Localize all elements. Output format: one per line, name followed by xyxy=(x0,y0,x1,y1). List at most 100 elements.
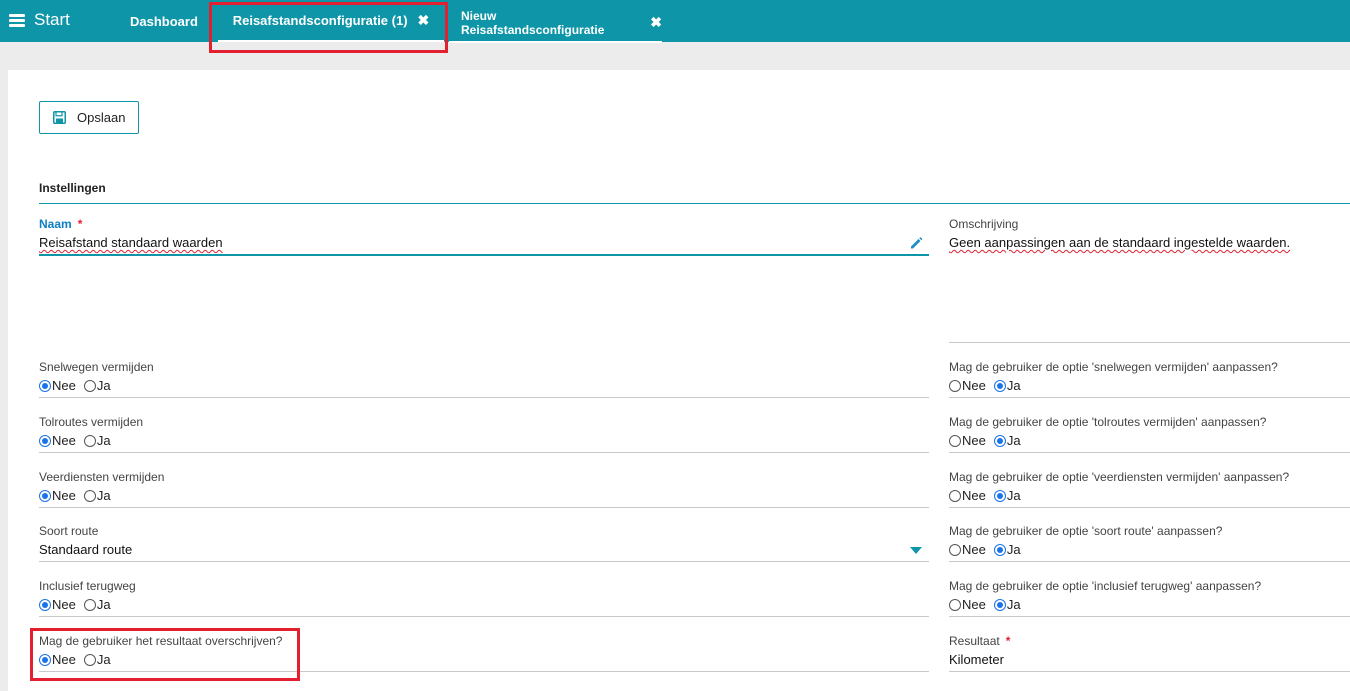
soort-route-user-underline xyxy=(949,561,1350,562)
pencil-icon[interactable] xyxy=(909,236,923,250)
snelwegen-underline xyxy=(39,397,929,398)
radio-ja[interactable]: Ja xyxy=(83,597,111,612)
close-icon[interactable]: ✖ xyxy=(418,12,430,29)
radio-circle xyxy=(83,653,96,666)
top-bar: Start Dashboard Reisafstandsconfiguratie… xyxy=(0,0,1350,43)
terugweg-user-radio-group: Nee Ja xyxy=(949,597,1021,612)
naam-input[interactable]: Reisafstand standaard waarden xyxy=(39,235,223,250)
overschrijven-underline xyxy=(39,671,929,672)
resultaat-underline xyxy=(949,671,1350,672)
radio-circle xyxy=(949,379,961,392)
radio-nee[interactable]: Nee xyxy=(949,488,986,503)
terugweg-user-label: Mag de gebruiker de optie 'inclusief ter… xyxy=(949,579,1262,593)
radio-circle xyxy=(949,543,961,556)
soort-route-select[interactable]: Standaard route xyxy=(39,542,132,557)
snelwegen-label: Snelwegen vermijden xyxy=(39,360,154,374)
save-button[interactable]: Opslaan xyxy=(39,101,139,134)
soort-route-user-radio-group: Nee Ja xyxy=(949,542,1021,557)
naam-underline xyxy=(39,254,929,256)
radio-nee[interactable]: Nee xyxy=(949,542,986,557)
start-menu-button[interactable]: Start xyxy=(9,8,70,32)
close-icon[interactable]: ✖ xyxy=(650,14,662,31)
tab-dashboard[interactable]: Dashboard xyxy=(130,0,198,42)
radio-ja[interactable]: Ja xyxy=(83,378,111,393)
radio-circle xyxy=(39,653,51,666)
terugweg-radio-group: Nee Ja xyxy=(39,597,111,612)
radio-nee[interactable]: Nee xyxy=(39,378,76,393)
veerdiensten-radio-group: Nee Ja xyxy=(39,488,111,503)
required-marker: * xyxy=(1005,634,1011,648)
radio-circle xyxy=(39,489,51,502)
omschrijving-underline xyxy=(949,342,1350,343)
soort-route-user-label: Mag de gebruiker de optie 'soort route' … xyxy=(949,524,1223,538)
radio-circle xyxy=(949,489,961,502)
required-marker: * xyxy=(77,217,83,231)
veerdiensten-user-underline xyxy=(949,507,1350,508)
radio-circle xyxy=(39,598,51,611)
omschrijving-label: Omschrijving xyxy=(949,217,1019,231)
veerdiensten-user-radio-group: Nee Ja xyxy=(949,488,1021,503)
radio-circle xyxy=(83,598,96,611)
chevron-down-icon[interactable] xyxy=(910,547,922,554)
radio-nee[interactable]: Nee xyxy=(949,433,986,448)
radio-circle xyxy=(993,489,1006,502)
radio-ja[interactable]: Ja xyxy=(993,433,1021,448)
resultaat-label: Resultaat * xyxy=(949,634,1011,648)
terugweg-label: Inclusief terugweg xyxy=(39,579,136,593)
tolroutes-user-radio-group: Nee Ja xyxy=(949,433,1021,448)
radio-circle xyxy=(949,434,961,447)
snelwegen-user-label: Mag de gebruiker de optie 'snelwegen ver… xyxy=(949,360,1278,374)
radio-ja[interactable]: Ja xyxy=(993,542,1021,557)
hamburger-icon xyxy=(9,14,25,27)
radio-circle xyxy=(993,598,1006,611)
radio-circle xyxy=(39,434,51,447)
content-panel xyxy=(8,70,1350,691)
radio-circle xyxy=(83,434,96,447)
snelwegen-user-underline xyxy=(949,397,1350,398)
radio-ja[interactable]: Ja xyxy=(993,488,1021,503)
radio-nee[interactable]: Nee xyxy=(39,488,76,503)
tolroutes-underline xyxy=(39,452,929,453)
section-title: Instellingen xyxy=(39,181,106,195)
section-divider xyxy=(39,203,1350,204)
veerdiensten-underline xyxy=(39,507,929,508)
soort-route-underline xyxy=(39,561,929,562)
snelwegen-user-radio-group: Nee Ja xyxy=(949,378,1021,393)
tab-new-label: Nieuw Reisafstandsconfiguratie xyxy=(461,8,605,37)
terugweg-user-underline xyxy=(949,616,1350,617)
tab-active-label: Reisafstandsconfiguratie (1) xyxy=(232,12,408,28)
radio-ja[interactable]: Ja xyxy=(83,652,111,667)
overschrijven-label: Mag de gebruiker het resultaat overschri… xyxy=(39,634,283,648)
radio-nee[interactable]: Nee xyxy=(39,597,76,612)
floppy-disk-icon xyxy=(53,111,66,124)
radio-circle xyxy=(83,379,96,392)
radio-nee[interactable]: Nee xyxy=(39,652,76,667)
snelwegen-radio-group: Nee Ja xyxy=(39,378,111,393)
radio-circle xyxy=(993,379,1006,392)
tab-nieuw-reisafstandsconfiguratie[interactable]: Nieuw Reisafstandsconfiguratie ✖ xyxy=(449,0,662,43)
soort-route-label: Soort route xyxy=(39,524,99,538)
radio-circle xyxy=(39,379,51,392)
overschrijven-radio-group: Nee Ja xyxy=(39,652,111,667)
radio-circle xyxy=(993,543,1006,556)
radio-ja[interactable]: Ja xyxy=(993,378,1021,393)
veerdiensten-label: Veerdiensten vermijden xyxy=(39,470,165,484)
terugweg-underline xyxy=(39,616,929,617)
start-label: Start xyxy=(34,10,70,29)
radio-nee[interactable]: Nee xyxy=(39,433,76,448)
veerdiensten-user-label: Mag de gebruiker de optie 'veerdiensten … xyxy=(949,470,1290,484)
radio-nee[interactable]: Nee xyxy=(949,597,986,612)
radio-ja[interactable]: Ja xyxy=(993,597,1021,612)
tolroutes-user-underline xyxy=(949,452,1350,453)
omschrijving-textarea[interactable]: Geen aanpassingen aan de standaard inges… xyxy=(949,235,1290,250)
resultaat-select[interactable]: Kilometer xyxy=(949,652,1004,667)
tolroutes-user-label: Mag de gebruiker de optie 'tolroutes ver… xyxy=(949,415,1267,429)
radio-ja[interactable]: Ja xyxy=(83,433,111,448)
naam-label: Naam * xyxy=(39,217,83,231)
radio-ja[interactable]: Ja xyxy=(83,488,111,503)
radio-circle xyxy=(993,434,1006,447)
save-label: Opslaan xyxy=(77,110,126,125)
radio-nee[interactable]: Nee xyxy=(949,378,986,393)
tolroutes-label: Tolroutes vermijden xyxy=(39,415,144,429)
tab-reisafstandsconfiguratie[interactable]: Reisafstandsconfiguratie (1) ✖ xyxy=(218,0,444,42)
